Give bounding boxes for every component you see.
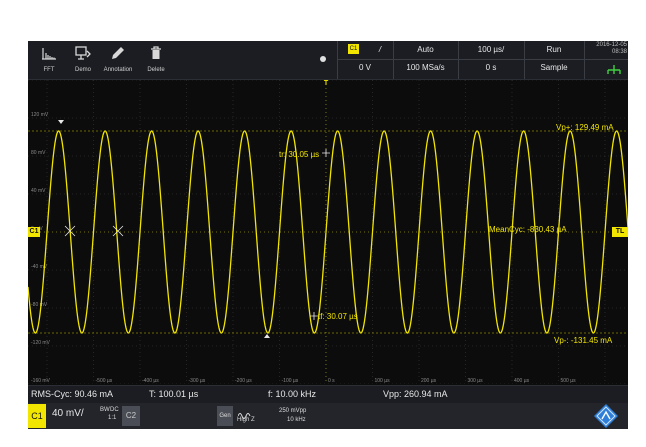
pen-icon (103, 45, 133, 61)
y-tick-label: 40 mV (31, 188, 46, 194)
channel-1-tab[interactable]: C1 (28, 404, 46, 428)
vpp-measurement[interactable]: Vpp: 260.94 mA (383, 389, 448, 399)
generator-amplitude: 250 mVpp (279, 408, 307, 414)
fft-icon (34, 45, 64, 61)
trigger-source-badge[interactable]: C1 (348, 44, 359, 54)
demo-icon (68, 45, 98, 61)
x-tick-label: 100 µs (375, 378, 391, 384)
measurement-bar: RMS-Cyc: 90.46 mA T: 100.01 µs f: 10.00 … (28, 385, 628, 404)
x-tick-label: 400 µs (514, 378, 530, 384)
trigger-position-marker[interactable]: T (321, 79, 331, 88)
y-tick-label: -80 mV (31, 302, 48, 308)
y-tick-label: -40 mV (31, 264, 48, 270)
network-icon (607, 62, 621, 80)
delete-button[interactable]: Delete (141, 41, 171, 79)
probe-ratio: 1:1 (108, 415, 117, 421)
waveform-display[interactable]: 160 mV120 mV80 mV40 mV0 mV-40 mV-80 mV-1… (28, 74, 628, 385)
trash-icon (141, 45, 171, 61)
time-position[interactable]: 0 s (458, 62, 524, 74)
x-tick-label: 500 µs (561, 378, 577, 384)
rise-time-annotation: tr: 30.05 µs (279, 150, 320, 159)
generator-mode: High Z (237, 417, 255, 423)
generator-tab[interactable]: Gen (217, 406, 233, 426)
sample-rate[interactable]: 100 MSa/s (393, 62, 458, 74)
x-axis-ticks: -500 µs -400 µs -300 µs -200 µs -100 µs 0 s 10… (96, 378, 577, 384)
trigger-level-marker[interactable]: TL (612, 227, 628, 237)
channel-1-scale[interactable]: 40 mV/ (52, 408, 84, 419)
trigger-mode[interactable]: Auto (393, 44, 458, 56)
toolbar: FFT Demo Annotation Delete C1 / 0 V Auto… (28, 41, 628, 80)
demo-button[interactable]: Demo (68, 41, 98, 79)
acquisition-settings: C1 / 0 V Auto 100 MSa/s 100 µs/ 0 s Run … (337, 41, 628, 79)
period-measurement[interactable]: T: 100.01 µs (149, 389, 198, 399)
annotation-button[interactable]: Annotation (103, 41, 133, 79)
cursor-cross-2 (112, 225, 124, 237)
acquisition-mode[interactable]: Sample (524, 62, 584, 74)
rohde-schwarz-logo[interactable] (593, 403, 619, 429)
x-tick-label: -500 µs (96, 378, 113, 384)
annotation-label: Annotation (103, 67, 133, 73)
x-tick-label: -400 µs (142, 378, 159, 384)
channel-2-tab[interactable]: C2 (122, 406, 140, 426)
fft-button[interactable]: FFT (34, 41, 64, 79)
x-tick-label: -200 µs (235, 378, 252, 384)
y-tick-label: -120 mV (31, 340, 51, 346)
fall-markers (310, 312, 318, 320)
x-tick-label: -100 µs (282, 378, 299, 384)
peak-marker-top (58, 120, 64, 124)
run-state[interactable]: Run (524, 44, 584, 56)
x-tick-label: 0 s (328, 378, 335, 384)
vp-plus-annotation: Vp+: 129.49 mA (556, 123, 614, 132)
y-tick-label: -160 mV (31, 378, 51, 384)
trigger-slope[interactable]: / (367, 44, 393, 56)
bandwidth-label: BW (100, 407, 110, 413)
frequency-measurement[interactable]: f: 10.00 kHz (268, 389, 316, 399)
menu-dot-icon[interactable] (320, 56, 326, 62)
fall-time-annotation: tf: 30.07 µs (318, 312, 358, 321)
peak-marker-bottom (264, 334, 270, 338)
date-label: 2016-12-05 (596, 42, 627, 48)
y-tick-label: 120 mV (31, 112, 49, 118)
coupling-label: DC (110, 407, 119, 413)
vp-minus-annotation: Vp-: -131.45 mA (554, 336, 613, 345)
trigger-level[interactable]: 0 V (337, 62, 393, 74)
rms-measurement[interactable]: RMS-Cyc: 90.46 mA (31, 389, 113, 399)
generator-frequency: 10 kHz (287, 417, 306, 423)
mean-cyc-annotation: MeanCyc: -830.43 µA (489, 225, 567, 234)
channel-offset-marker[interactable]: C1 (28, 227, 40, 237)
x-tick-label: -300 µs (189, 378, 206, 384)
delete-label: Delete (147, 67, 165, 73)
oscilloscope-screen: FFT Demo Annotation Delete C1 / 0 V Auto… (28, 41, 628, 429)
time-scale[interactable]: 100 µs/ (458, 44, 524, 56)
x-tick-label: 300 µs (468, 378, 484, 384)
channel-bar: C1 40 mV/ BW DC 1:1 C2 Gen High Z 250 mV… (28, 403, 628, 429)
x-tick-label: 200 µs (421, 378, 437, 384)
y-tick-label: 80 mV (31, 150, 46, 156)
time-label: 08:38 (611, 49, 627, 55)
